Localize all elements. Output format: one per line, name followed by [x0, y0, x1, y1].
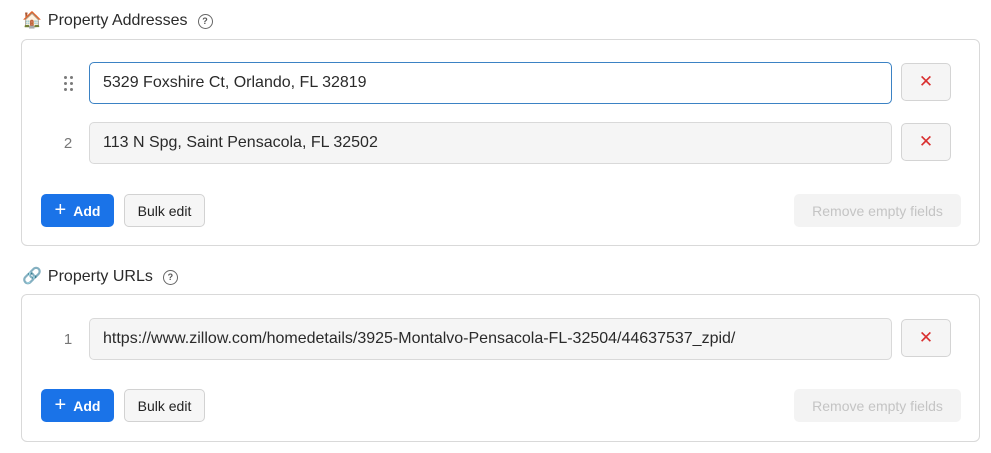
row-index: 2 [63, 134, 73, 152]
add-label: Add [73, 202, 101, 219]
remove-address-button[interactable]: ✕ [901, 123, 951, 161]
addresses-section-header: 🏠 Property Addresses ? [22, 12, 213, 30]
close-icon: ✕ [918, 132, 934, 151]
plus-icon: + [54, 198, 67, 221]
urls-section-header: 🔗 Property URLs ? [22, 268, 178, 286]
bulk-edit-button[interactable]: Bulk edit [124, 194, 205, 227]
remove-empty-fields-button[interactable]: Remove empty fields [794, 389, 961, 422]
add-label: Add [73, 397, 101, 414]
urls-section-title: Property URLs [47, 268, 153, 285]
address-row: 2 113 N Spg, Saint Pensacola, FL 32502 ✕ [22, 122, 979, 164]
remove-url-button[interactable]: ✕ [901, 319, 951, 357]
close-icon: ✕ [918, 328, 934, 347]
help-icon[interactable]: ? [197, 13, 213, 29]
address-input[interactable]: 113 N Spg, Saint Pensacola, FL 32502 [89, 122, 892, 164]
remove-empty-fields-button[interactable]: Remove empty fields [794, 194, 961, 227]
add-address-button[interactable]: + Add [41, 194, 114, 227]
close-icon: ✕ [918, 72, 934, 91]
plus-icon: + [54, 393, 67, 416]
addresses-card: 5329 Foxshire Ct, Orlando, FL 32819 ✕ 2 … [21, 39, 980, 246]
row-index: 1 [63, 330, 73, 348]
drag-handle-icon[interactable] [58, 62, 78, 104]
house-icon: 🏠 [22, 12, 42, 29]
url-input[interactable]: https://www.zillow.com/homedetails/3925-… [89, 318, 892, 360]
url-row: 1 https://www.zillow.com/homedetails/392… [22, 318, 979, 360]
add-url-button[interactable]: + Add [41, 389, 114, 422]
help-icon[interactable]: ? [162, 269, 178, 285]
remove-address-button[interactable]: ✕ [901, 63, 951, 101]
address-row: 5329 Foxshire Ct, Orlando, FL 32819 ✕ [22, 62, 979, 104]
urls-card: 1 https://www.zillow.com/homedetails/392… [21, 294, 980, 442]
bulk-edit-button[interactable]: Bulk edit [124, 389, 205, 422]
address-input[interactable]: 5329 Foxshire Ct, Orlando, FL 32819 [89, 62, 892, 104]
link-icon: 🔗 [22, 268, 42, 285]
addresses-section-title: Property Addresses [47, 12, 188, 29]
